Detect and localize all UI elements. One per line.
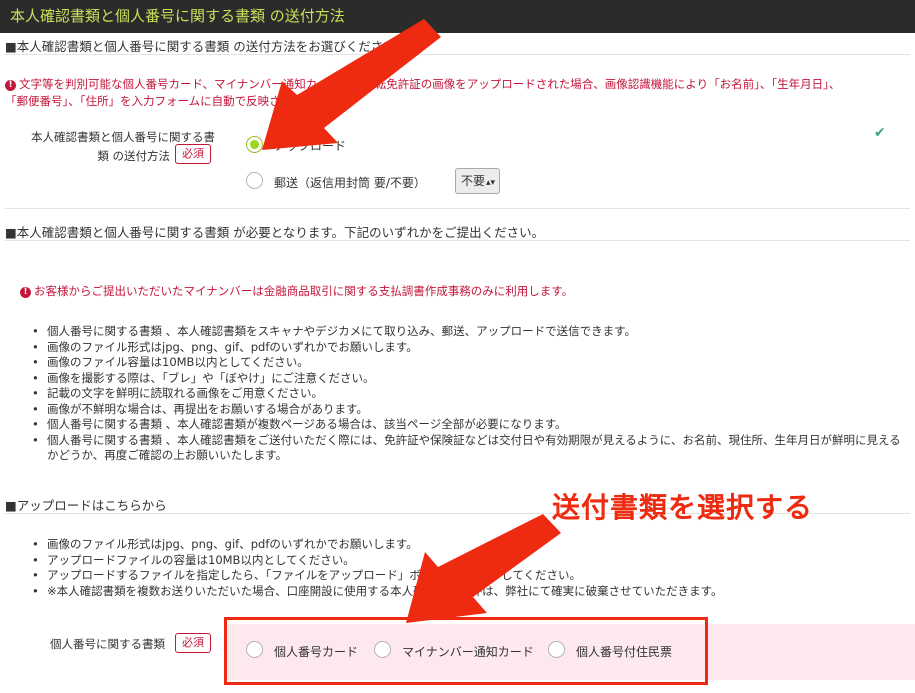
annotation-arrows [262, 19, 561, 623]
arrow-bottom-icon [406, 514, 561, 623]
arrow-top-icon [262, 19, 441, 150]
